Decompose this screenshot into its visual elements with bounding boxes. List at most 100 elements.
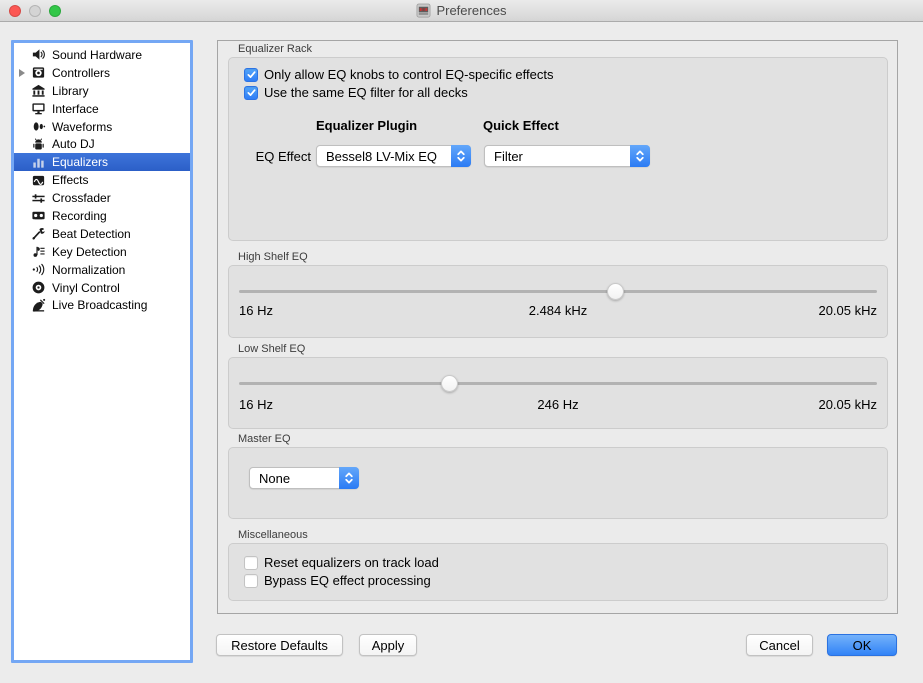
robot-icon [30,136,46,152]
sidebar-item-sound-hardware[interactable]: Sound Hardware [14,46,190,64]
low-shelf-eq-slider[interactable] [239,374,877,392]
sidebar-item-live-broadcasting[interactable]: Live Broadcasting [14,296,190,314]
group-box-high-shelf-eq [228,265,888,338]
sidebar-list: Sound Hardware Controllers Library Interfac… [14,46,190,314]
group-title-miscellaneous: Miscellaneous [238,529,308,541]
checkbox-same-eq-filter[interactable] [244,86,258,100]
quick-effect-dropdown[interactable]: Filter [484,145,650,167]
window-title: Preferences [436,3,506,18]
sidebar-item-label: Vinyl Control [52,281,120,295]
checkbox-bypass-eq[interactable] [244,574,258,588]
checkbox-reset-equalizers-label: Reset equalizers on track load [264,555,439,570]
low-shelf-max-label: 20.05 kHz [664,397,877,412]
sidebar-item-effects[interactable]: Effects [14,171,190,189]
master-eq-dropdown[interactable]: None [249,467,359,489]
sidebar-item-crossfader[interactable]: Crossfader [14,189,190,207]
sidebar-item-label: Interface [52,102,99,116]
checkbox-eq-knobs-only[interactable] [244,68,258,82]
sidebar-item-label: Key Detection [52,245,127,259]
library-icon [30,83,46,99]
sidebar-item-waveforms[interactable]: Waveforms [14,118,190,136]
checkbox-eq-knobs-only-label: Only allow EQ knobs to control EQ-specif… [264,67,554,82]
monitor-icon [30,101,46,117]
apply-button[interactable]: Apply [359,634,417,656]
sidebar-item-label: Crossfader [52,191,111,205]
sidebar-item-key-detection[interactable]: Key Detection [14,243,190,261]
low-shelf-value-label: 246 Hz [452,397,665,412]
normalization-icon [30,262,46,278]
sidebar-item-controllers[interactable]: Controllers [14,64,190,82]
sidebar-item-interface[interactable]: Interface [14,100,190,118]
master-eq-value: None [250,471,339,486]
sidebar-item-equalizers[interactable]: Equalizers [14,153,190,171]
minimize-button[interactable] [29,5,41,17]
sidebar-item-label: Sound Hardware [52,48,142,62]
group-title-high-shelf-eq: High Shelf EQ [238,251,308,263]
sidebar-item-library[interactable]: Library [14,82,190,100]
sidebar-item-label: Recording [52,209,107,223]
group-box-miscellaneous [228,543,888,601]
equalizer-plugin-value: Bessel8 LV-Mix EQ [317,149,451,164]
slider-handle[interactable] [607,283,624,300]
restore-defaults-button[interactable]: Restore Defaults [216,634,343,656]
waveform-icon [30,119,46,135]
sidebar-item-vinyl-control[interactable]: Vinyl Control [14,279,190,297]
column-header-equalizer-plugin: Equalizer Plugin [316,118,417,133]
low-shelf-min-label: 16 Hz [239,397,452,412]
group-title-equalizer-rack: Equalizer Rack [238,43,312,55]
key-icon [30,244,46,260]
popup-arrows-icon [339,467,359,489]
ok-button[interactable]: OK [827,634,897,656]
disclosure-triangle-icon[interactable] [14,69,30,77]
crossfader-icon [30,190,46,206]
vinyl-icon [30,280,46,296]
checkbox-reset-equalizers[interactable] [244,556,258,570]
beat-icon [30,226,46,242]
close-button[interactable] [9,5,21,17]
checkbox-same-eq-filter-label: Use the same EQ filter for all decks [264,85,468,100]
title-bar: Preferences [0,0,923,22]
slider-track [239,290,877,293]
checkbox-bypass-eq-label: Bypass EQ effect processing [264,573,431,588]
effects-icon [30,172,46,188]
recording-icon [30,208,46,224]
eq-effect-row-label: EQ Effect [233,149,311,164]
sidebar-item-label: Controllers [52,66,110,80]
sidebar-item-label: Beat Detection [52,227,131,241]
high-shelf-value-label: 2.484 kHz [452,303,665,318]
zoom-button[interactable] [49,5,61,17]
high-shelf-max-label: 20.05 kHz [664,303,877,318]
quick-effect-value: Filter [485,149,630,164]
slider-handle[interactable] [441,375,458,392]
sidebar-item-recording[interactable]: Recording [14,207,190,225]
speaker-icon [30,47,46,63]
popup-arrows-icon [451,145,471,167]
traffic-lights [9,5,61,17]
sidebar-item-label: Live Broadcasting [52,298,147,312]
sidebar-item-label: Auto DJ [52,137,95,151]
popup-arrows-icon [630,145,650,167]
group-box-low-shelf-eq [228,357,888,429]
sidebar-item-label: Equalizers [52,155,108,169]
column-header-quick-effect: Quick Effect [483,118,559,133]
preferences-sidebar: Sound Hardware Controllers Library Interfac… [11,40,193,663]
sidebar-item-label: Normalization [52,263,125,277]
sidebar-item-label: Waveforms [52,120,112,134]
broadcast-icon [30,297,46,313]
cancel-button[interactable]: Cancel [746,634,813,656]
equalizer-plugin-dropdown[interactable]: Bessel8 LV-Mix EQ [316,145,471,167]
sidebar-item-normalization[interactable]: Normalization [14,261,190,279]
equalizers-pane: Equalizer Rack Only allow EQ knobs to co… [217,40,898,614]
preferences-app-icon [416,3,431,18]
equalizer-icon [30,154,46,170]
sidebar-item-label: Effects [52,173,88,187]
sidebar-item-beat-detection[interactable]: Beat Detection [14,225,190,243]
group-title-master-eq: Master EQ [238,433,291,445]
controller-icon [30,65,46,81]
slider-track [239,382,877,385]
high-shelf-min-label: 16 Hz [239,303,452,318]
high-shelf-eq-slider[interactable] [239,282,877,300]
group-title-low-shelf-eq: Low Shelf EQ [238,343,305,355]
sidebar-item-auto-dj[interactable]: Auto DJ [14,135,190,153]
sidebar-item-label: Library [52,84,89,98]
